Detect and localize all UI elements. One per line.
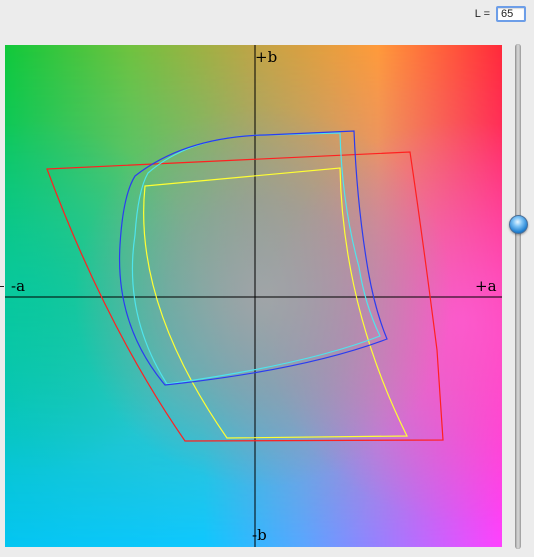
center-neutral bbox=[5, 45, 502, 547]
axis-label-minus-b: -b bbox=[252, 526, 267, 544]
slider-knob[interactable] bbox=[509, 215, 528, 234]
axis-label-plus-b: +b bbox=[255, 48, 278, 66]
axis-label-minus-a: -a bbox=[11, 277, 26, 295]
gamut-svg bbox=[5, 45, 502, 547]
lightness-label: L = bbox=[474, 8, 490, 20]
color-gamut-plot: +b -b -a +a bbox=[5, 45, 502, 547]
edge-tick bbox=[0, 286, 4, 293]
lightness-slider[interactable] bbox=[509, 44, 528, 549]
axis-label-plus-a: +a bbox=[475, 277, 497, 295]
lightness-input[interactable]: 65 bbox=[496, 6, 526, 22]
slider-track[interactable] bbox=[515, 44, 521, 549]
lightness-control: L = 65 bbox=[475, 6, 526, 22]
